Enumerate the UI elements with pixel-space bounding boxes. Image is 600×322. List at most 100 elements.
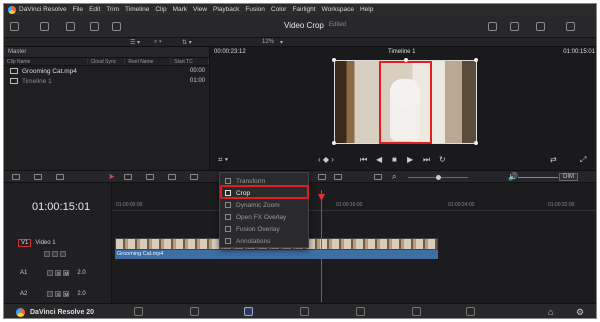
cut-page-icon[interactable] [190, 307, 199, 316]
menu-fairlight[interactable]: Fairlight [292, 6, 315, 13]
reverse-icon[interactable]: ◀ [376, 155, 382, 164]
media-pool-bin[interactable]: Master [4, 47, 209, 57]
menu-item-fusion-overlay[interactable]: Fusion Overlay [220, 223, 308, 235]
app-version-label: DaVinci Resolve 20 [30, 309, 95, 316]
track-v1-controls [44, 251, 68, 257]
volume-icon[interactable]: 🔊 [508, 172, 518, 181]
selection-tool-icon[interactable]: ➤ [108, 172, 115, 181]
trim-tool-icon[interactable] [124, 174, 132, 180]
timeline-ruler[interactable]: 01:00:00:00 01:00:16:00 01:00:24:00 01:0… [112, 201, 596, 211]
full-extent-zoom-icon[interactable] [374, 174, 382, 180]
col-cloud-sync[interactable]: Cloud Sync [88, 58, 126, 65]
video-frame[interactable] [332, 58, 478, 145]
loop-icon[interactable]: ↻ [439, 155, 446, 164]
track-a1[interactable]: A1 S M 2.0 [20, 270, 86, 276]
go-to-start-icon[interactable]: ⏮ [360, 155, 367, 165]
zoom-level[interactable]: 12% [262, 39, 274, 45]
menu-item-annotations[interactable]: Annotations [220, 235, 308, 247]
track-a2[interactable]: A2 S M 2.0 [20, 291, 86, 297]
audio-clip[interactable]: Grooming Cat.mp4 [115, 250, 438, 259]
menu-help[interactable]: Help [360, 6, 373, 13]
blade-tool-icon[interactable] [146, 174, 154, 180]
transform-handle[interactable] [404, 58, 408, 62]
play-icon[interactable]: ▶ [407, 155, 413, 164]
app-name[interactable]: DaVinci Resolve [19, 6, 67, 13]
insert-clip-icon[interactable] [168, 174, 176, 180]
menu-color[interactable]: Color [271, 6, 287, 13]
zoom-slider-handle[interactable] [436, 175, 441, 180]
menu-mark[interactable]: Mark [173, 6, 187, 13]
track-icon[interactable] [56, 174, 64, 180]
stop-icon[interactable]: ■ [392, 155, 397, 164]
effects-icon[interactable] [40, 22, 49, 31]
menu-view[interactable]: View [193, 6, 207, 13]
fullscreen-icon[interactable]: ⤢ [580, 155, 586, 165]
mute-button[interactable]: M [63, 270, 70, 276]
zoom-dropdown-icon[interactable]: ▾ [280, 39, 283, 46]
sound-library-icon[interactable] [90, 22, 99, 31]
menu-item-dynamic-zoom[interactable]: Dynamic Zoom [220, 199, 308, 211]
mute-button[interactable]: M [63, 291, 70, 297]
media-pool-icon[interactable] [10, 22, 19, 31]
menu-file[interactable]: File [73, 6, 83, 13]
inspector-icon[interactable] [536, 22, 545, 31]
solo-button[interactable]: S [55, 270, 62, 276]
list-view-icon[interactable]: ☰ ▾ [130, 39, 140, 46]
zoom-search-icon[interactable]: ⌕ [392, 172, 396, 182]
view-icon[interactable] [34, 174, 42, 180]
lock-icon[interactable] [44, 251, 50, 257]
timeline-area[interactable]: 01:00:00:00 01:00:16:00 01:00:24:00 01:0… [112, 183, 596, 303]
solo-button[interactable]: S [55, 291, 62, 297]
menu-playback[interactable]: Playback [213, 6, 239, 13]
layout-icon[interactable] [12, 174, 20, 180]
auto-select-icon[interactable] [52, 251, 58, 257]
color-page-icon[interactable] [356, 307, 365, 316]
lock-icon[interactable] [47, 270, 54, 276]
menu-workspace[interactable]: Workspace [322, 6, 354, 13]
deliver-page-icon[interactable] [466, 307, 475, 316]
transform-handle[interactable] [332, 58, 336, 62]
audio-meter-icon[interactable] [112, 22, 121, 31]
edit-page-icon[interactable] [244, 307, 253, 316]
edit-index-icon[interactable] [66, 22, 75, 31]
volume-slider[interactable] [518, 177, 558, 178]
menu-fusion[interactable]: Fusion [245, 6, 265, 13]
playhead[interactable] [321, 190, 322, 302]
viewer-timeline-name[interactable]: Timeline 1 [388, 49, 415, 55]
menu-edit[interactable]: Edit [89, 6, 100, 13]
timeline-viewer: 00:00:23:12 Timeline 1 01:00:15:01 ⌗ ▾ ‹… [210, 47, 596, 170]
media-pool-item[interactable]: Timeline 1 01:00 [4, 76, 209, 86]
metadata-icon[interactable] [510, 22, 519, 31]
col-reel-name[interactable]: Reel Name [125, 58, 172, 65]
settings-icon[interactable] [566, 22, 575, 31]
lock-icon[interactable] [47, 291, 54, 297]
media-pool-item[interactable]: Grooming Cat.mp4 00:00 [4, 66, 209, 76]
prev-edit-icon[interactable]: ‹ ◆ › [318, 155, 334, 164]
col-clip-name[interactable]: Clip Name [4, 58, 88, 65]
overwrite-clip-icon[interactable] [190, 174, 198, 180]
gear-icon[interactable]: ⚙ [576, 307, 584, 318]
media-page-icon[interactable] [134, 307, 143, 316]
fusion-page-icon[interactable] [300, 307, 309, 316]
match-frame-icon[interactable]: ⇄ [550, 155, 557, 164]
disable-track-icon[interactable] [60, 251, 66, 257]
onscreen-controls-icon[interactable]: ⌗ ▾ [218, 155, 228, 165]
mixer-icon[interactable] [488, 22, 497, 31]
menu-trim[interactable]: Trim [106, 6, 119, 13]
home-icon[interactable]: ⌂ [548, 307, 553, 317]
marker-icon[interactable] [334, 174, 342, 180]
fairlight-page-icon[interactable] [412, 307, 421, 316]
sort-icon[interactable]: ⇅ ▾ [182, 39, 192, 46]
track-v1[interactable]: V1 Video 1 [18, 239, 56, 247]
go-to-end-icon[interactable]: ⏭ [423, 155, 430, 165]
transform-handle[interactable] [332, 141, 336, 145]
col-start-tc[interactable]: Start TC [171, 58, 209, 65]
dim-button[interactable]: DIM [559, 173, 578, 181]
transform-handle[interactable] [474, 58, 478, 62]
search-icon[interactable]: ⌕ ▾ [154, 39, 162, 46]
flag-icon[interactable] [318, 174, 326, 180]
menu-item-open-fx-overlay[interactable]: Open FX Overlay [220, 211, 308, 223]
menu-clip[interactable]: Clip [155, 6, 166, 13]
transform-handle[interactable] [474, 141, 478, 145]
menu-timeline[interactable]: Timeline [125, 6, 149, 13]
